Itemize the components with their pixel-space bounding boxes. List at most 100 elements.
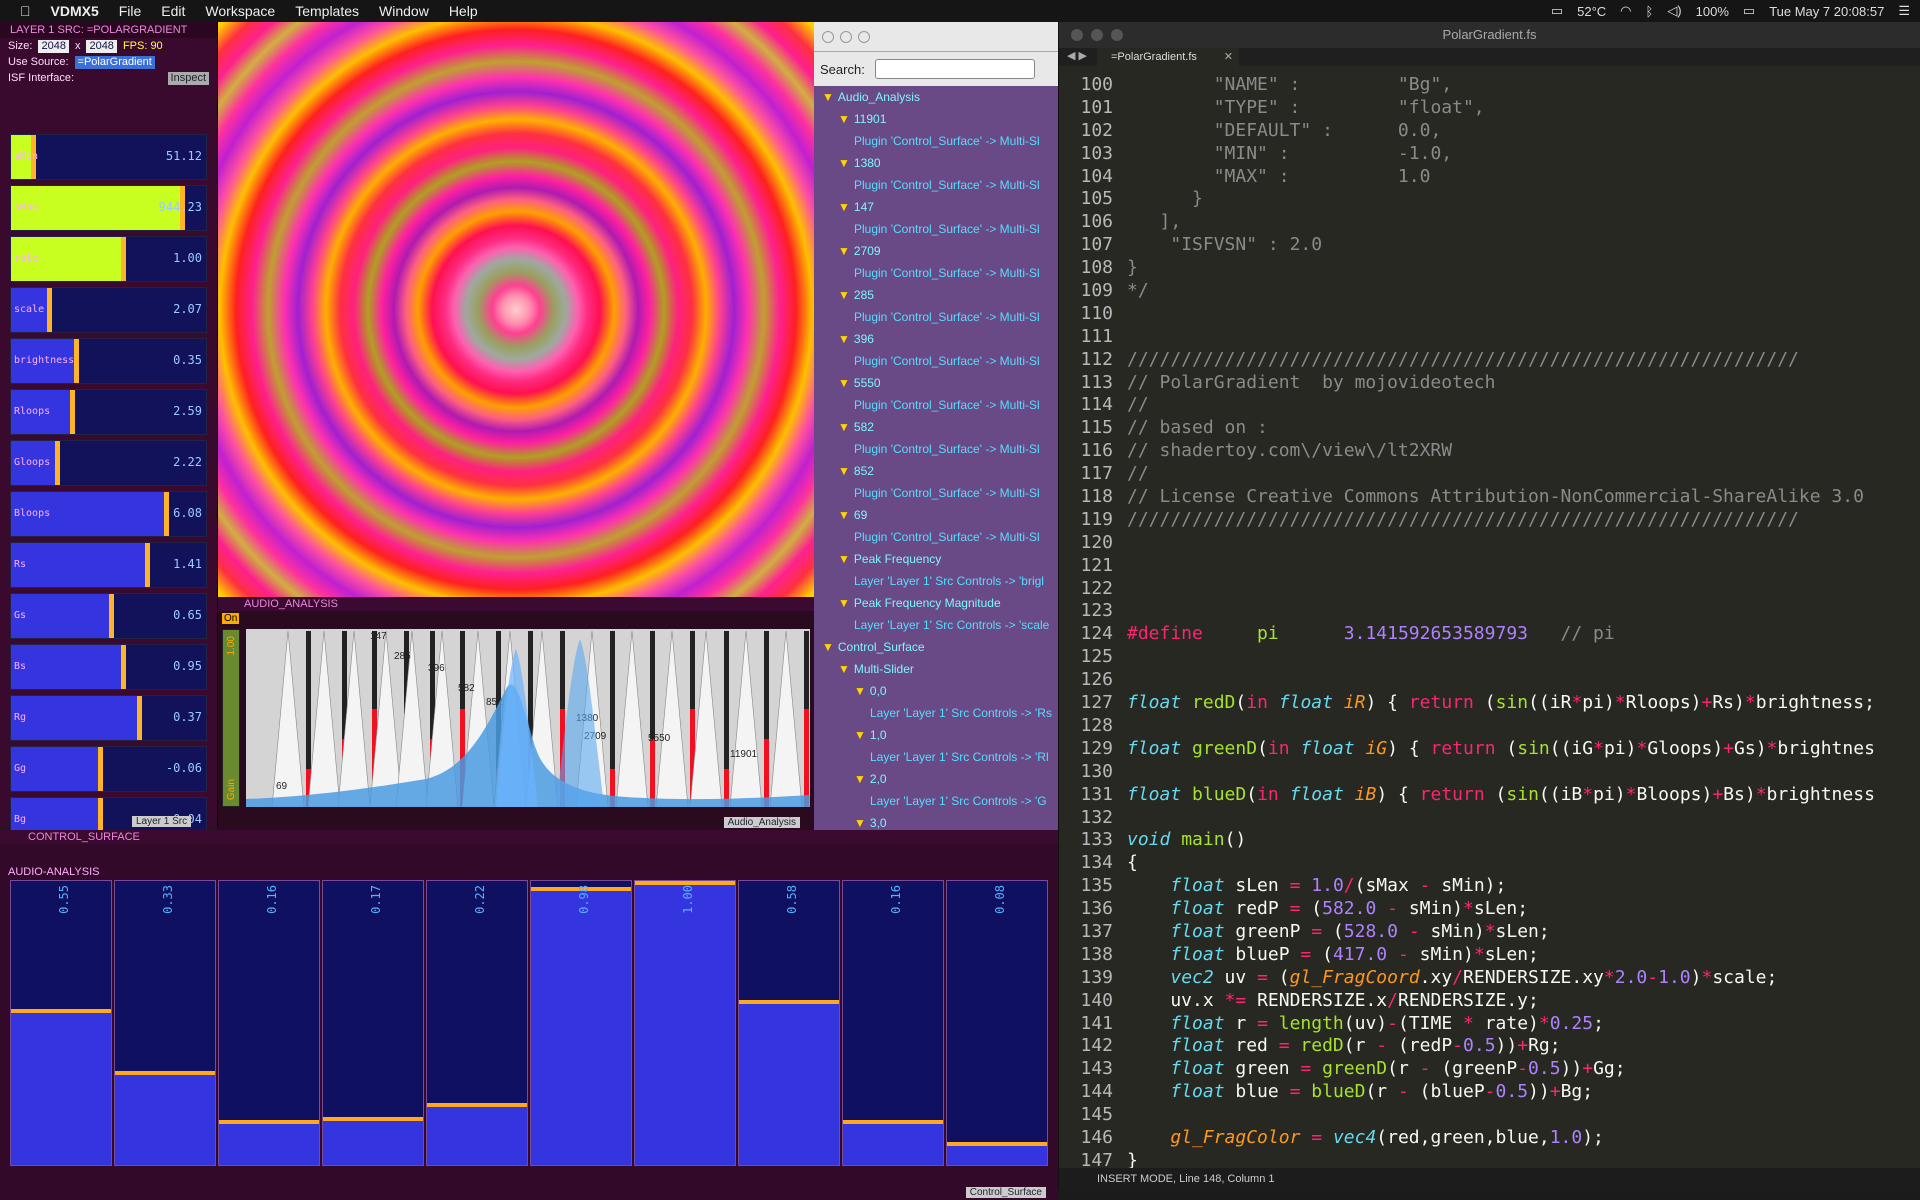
disclosure-triangle-icon[interactable]: ▼ (838, 376, 850, 390)
slider-knob[interactable] (97, 747, 103, 791)
disclosure-triangle-icon[interactable]: ▼ (838, 200, 850, 214)
wifi-icon[interactable]: ◠ (1620, 3, 1631, 19)
code-area[interactable]: 100 "NAME" : "Bg", 101 "TYPE" : "float", 1… (1059, 74, 1920, 1171)
menu-templates[interactable]: Templates (295, 3, 359, 19)
disclosure-triangle-icon[interactable]: ▼ (838, 244, 850, 258)
slider-rs[interactable]: Rs 1.41 (10, 542, 207, 588)
apple-menu-icon[interactable]:  (20, 3, 31, 19)
close-tab-icon[interactable]: ✕ (1224, 48, 1233, 66)
disclosure-triangle-icon[interactable]: ▼ (838, 508, 850, 522)
tree-group-item[interactable]: ▼ 69 (814, 504, 1058, 526)
multi-slider-bar[interactable]: 0.98 (530, 880, 632, 1166)
tree-leaf-item[interactable]: Plugin 'Control_Surface' -> Multi-Sl (814, 394, 1058, 416)
tab-nav-arrows-icon[interactable]: ◀ ▶ (1067, 49, 1087, 62)
multi-slider-bar[interactable]: 0.55 (10, 880, 112, 1166)
multi-slider-bar[interactable]: 0.08 (946, 880, 1048, 1166)
tree-group-item[interactable]: ▼ 1,0 (814, 724, 1058, 746)
tree-leaf-item[interactable]: Plugin 'Control_Surface' -> Multi-Sl (814, 218, 1058, 240)
search-input[interactable] (874, 59, 1035, 79)
slider-knob[interactable] (54, 441, 60, 485)
tree-group-item[interactable]: ▼ 5550 (814, 372, 1058, 394)
control-surface-tab[interactable]: Control_Surface (965, 1187, 1046, 1198)
slider-bs[interactable]: Bs 0.95 (10, 644, 207, 690)
slider-knob[interactable] (121, 237, 127, 281)
disclosure-triangle-icon[interactable]: ▼ (822, 640, 834, 654)
audio-analysis-tab[interactable]: Audio_Analysis (723, 817, 800, 828)
disclosure-triangle-icon[interactable]: ▼ (854, 684, 866, 698)
disclosure-triangle-icon[interactable]: ▼ (838, 420, 850, 434)
slider-knob[interactable] (74, 339, 80, 383)
disclosure-triangle-icon[interactable]: ▼ (838, 112, 850, 126)
slider-knob[interactable] (70, 390, 76, 434)
tree-group-item[interactable]: ▼ Control_Surface (814, 636, 1058, 658)
tree-group-item[interactable]: ▼ 852 (814, 460, 1058, 482)
slider-knob[interactable] (136, 696, 142, 740)
slider-knob[interactable] (109, 594, 115, 638)
battery-readout[interactable]: 100% (1696, 4, 1729, 19)
slider-rate[interactable]: rate 1.00 (10, 236, 207, 282)
multi-slider-bar[interactable]: 0.17 (322, 880, 424, 1166)
menu-help[interactable]: Help (449, 3, 478, 19)
tree-leaf-item[interactable]: Plugin 'Control_Surface' -> Multi-Sl (814, 130, 1058, 152)
tree-leaf-item[interactable]: Layer 'Layer 1' Src Controls -> 'Rs (814, 702, 1058, 724)
tree-group-item[interactable]: ▼ 2709 (814, 240, 1058, 262)
notification-center-icon[interactable]: ☰ (1898, 3, 1910, 19)
multi-slider-bar[interactable]: 0.16 (218, 880, 320, 1166)
tree-leaf-item[interactable]: Plugin 'Control_Surface' -> Multi-Sl (814, 438, 1058, 460)
tree-group-item[interactable]: ▼ 1380 (814, 152, 1058, 174)
zoom-window-icon[interactable] (1111, 29, 1123, 41)
tree-leaf-item[interactable]: Plugin 'Control_Surface' -> Multi-Sl (814, 526, 1058, 548)
tree-group-item[interactable]: ▼ 582 (814, 416, 1058, 438)
tree-group-item[interactable]: ▼ Peak Frequency Magnitude (814, 592, 1058, 614)
tree-group-item[interactable]: ▼ Peak Frequency (814, 548, 1058, 570)
disclosure-triangle-icon[interactable]: ▼ (854, 816, 866, 830)
slider-gg[interactable]: Gg -0.06 (10, 746, 207, 792)
slider-bloops[interactable]: Bloops 6.08 (10, 491, 207, 537)
slider-knob[interactable] (47, 288, 52, 332)
tree-leaf-item[interactable]: Plugin 'Control_Surface' -> Multi-Sl (814, 174, 1058, 196)
disclosure-triangle-icon[interactable]: ▼ (854, 728, 866, 742)
disclosure-triangle-icon[interactable]: ▼ (838, 596, 850, 610)
tree-group-item[interactable]: ▼ 2,0 (814, 768, 1058, 790)
on-toggle[interactable]: On (222, 613, 240, 624)
slider-gloops[interactable]: Gloops 2.22 (10, 440, 207, 486)
multi-slider-bar[interactable]: 0.22 (426, 880, 528, 1166)
width-field[interactable]: 2048 (38, 39, 69, 53)
layer-src-tab[interactable]: Layer 1 Src (132, 816, 192, 827)
disclosure-triangle-icon[interactable]: ▼ (838, 332, 850, 346)
minimize-window-icon[interactable] (1091, 29, 1103, 41)
disclosure-triangle-icon[interactable]: ▼ (838, 552, 850, 566)
tree-group-item[interactable]: ▼ Multi-Slider (814, 658, 1058, 680)
tab-polargradient[interactable]: =PolarGradient.fs ✕ (1097, 48, 1239, 66)
height-field[interactable]: 2048 (86, 39, 117, 53)
tree-leaf-item[interactable]: Layer 'Layer 1' Src Controls -> 'brigl (814, 570, 1058, 592)
bluetooth-icon[interactable]: ᛒ (1646, 4, 1654, 19)
tree-leaf-item[interactable]: Layer 'Layer 1' Src Controls -> 'scale (814, 614, 1058, 636)
disclosure-triangle-icon[interactable]: ▼ (854, 772, 866, 786)
clock[interactable]: Tue May 7 20:08:57 (1769, 4, 1884, 19)
slider-knob[interactable] (164, 492, 169, 536)
temperature-readout[interactable]: 52°C (1577, 4, 1606, 19)
tree-leaf-item[interactable]: Plugin 'Control_Surface' -> Multi-Sl (814, 350, 1058, 372)
multi-slider-bar[interactable]: 0.58 (738, 880, 840, 1166)
source-select[interactable]: =PolarGradient (74, 55, 155, 69)
slider-rg[interactable]: Rg 0.37 (10, 695, 207, 741)
disclosure-triangle-icon[interactable]: ▼ (822, 90, 834, 104)
menu-window[interactable]: Window (379, 3, 429, 19)
disclosure-triangle-icon[interactable]: ▼ (838, 464, 850, 478)
menu-edit[interactable]: Edit (161, 3, 185, 19)
app-menu[interactable]: VDMX5 (51, 3, 99, 19)
disclosure-triangle-icon[interactable]: ▼ (838, 662, 850, 676)
minimize-window-icon[interactable] (840, 31, 852, 43)
tree-leaf-item[interactable]: Layer 'Layer 1' Src Controls -> 'Rl (814, 746, 1058, 768)
slider-scale[interactable]: scale 2.07 (10, 287, 207, 333)
slider-rloops[interactable]: Rloops 2.59 (10, 389, 207, 435)
multi-slider-bar[interactable]: 0.16 (842, 880, 944, 1166)
multi-slider-bar[interactable]: 0.33 (114, 880, 216, 1166)
slider-knob[interactable] (144, 543, 150, 587)
inspect-button[interactable]: Inspect (167, 71, 209, 85)
slider-smax[interactable]: sMax 944.23 (10, 185, 207, 231)
tree-leaf-item[interactable]: Plugin 'Control_Surface' -> Multi-Sl (814, 306, 1058, 328)
slider-brightness[interactable]: brightness 0.35 (10, 338, 207, 384)
menu-workspace[interactable]: Workspace (205, 3, 275, 19)
